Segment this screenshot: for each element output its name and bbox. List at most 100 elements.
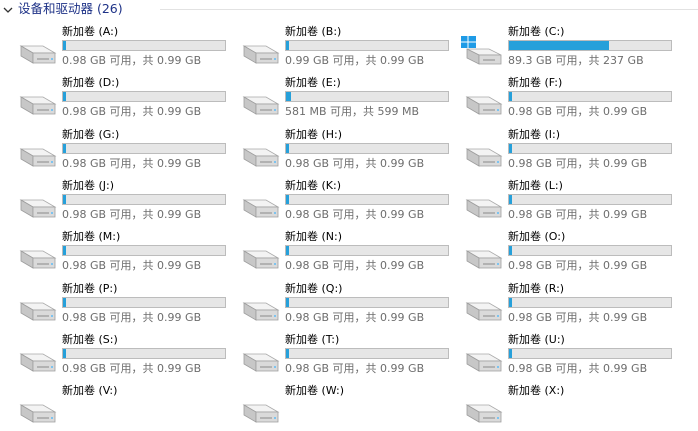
- drive-icon: [238, 36, 280, 66]
- drive-tile[interactable]: 新加卷 (L:) 0.98 GB 可用，共 0.99 GB: [446, 174, 672, 226]
- drive-name: 新加卷 (K:): [285, 179, 341, 192]
- usage-bar-fill: [63, 92, 67, 101]
- usage-bar-fill: [286, 246, 290, 255]
- drive-icon: [461, 241, 503, 271]
- free-space-text: 0.98 GB 可用，共 0.99 GB: [62, 105, 202, 118]
- usage-bar: [62, 297, 226, 308]
- section-header[interactable]: 设备和驱动器 (26): [0, 0, 698, 20]
- drive-tile[interactable]: 新加卷 (K:) 0.98 GB 可用，共 0.99 GB: [223, 174, 449, 226]
- usage-bar-fill: [286, 195, 290, 204]
- drive-name: 新加卷 (U:): [508, 333, 565, 346]
- free-space-text: 0.98 GB 可用，共 0.99 GB: [62, 259, 202, 272]
- free-space-text: 0.98 GB 可用，共 0.99 GB: [508, 105, 648, 118]
- usage-bar: [285, 348, 449, 359]
- drive-name: 新加卷 (Q:): [285, 282, 343, 295]
- free-space-text: 0.98 GB 可用，共 0.99 GB: [285, 157, 425, 170]
- drive-tile[interactable]: 新加卷 (P:) 0.98 GB 可用，共 0.99 GB: [0, 277, 226, 329]
- drive-icon: [15, 139, 57, 169]
- free-space-text: 0.98 GB 可用，共 0.99 GB: [62, 208, 202, 221]
- drive-tile[interactable]: 新加卷 (X:): [446, 379, 669, 431]
- free-space-text: 0.98 GB 可用，共 0.99 GB: [508, 157, 648, 170]
- chevron-down-icon[interactable]: [1, 3, 15, 17]
- usage-bar-fill: [509, 41, 610, 50]
- usage-bar: [285, 245, 449, 256]
- drive-icon: [15, 293, 57, 323]
- drive-tile[interactable]: 新加卷 (H:) 0.98 GB 可用，共 0.99 GB: [223, 123, 449, 175]
- drive-name: 新加卷 (D:): [62, 76, 120, 89]
- drive-tile[interactable]: 新加卷 (D:) 0.98 GB 可用，共 0.99 GB: [0, 71, 226, 123]
- drive-name: 新加卷 (V:): [62, 384, 118, 397]
- usage-bar-fill: [63, 349, 67, 358]
- drive-icon: [15, 241, 57, 271]
- drive-icon: [461, 87, 503, 117]
- usage-bar-fill: [509, 144, 513, 153]
- drive-tile[interactable]: 新加卷 (J:) 0.98 GB 可用，共 0.99 GB: [0, 174, 226, 226]
- free-space-text: 0.98 GB 可用，共 0.99 GB: [508, 362, 648, 375]
- usage-bar: [508, 143, 672, 154]
- drive-tile[interactable]: 新加卷 (A:) 0.98 GB 可用，共 0.99 GB: [0, 20, 226, 72]
- usage-bar-fill: [509, 92, 513, 101]
- drive-name: 新加卷 (X:): [508, 384, 565, 397]
- drive-name: 新加卷 (I:): [508, 128, 561, 141]
- drive-tile[interactable]: 新加卷 (E:) 581 MB 可用，共 599 MB: [223, 71, 449, 123]
- drive-name: 新加卷 (L:): [508, 179, 563, 192]
- drive-name: 新加卷 (J:): [62, 179, 115, 192]
- free-space-text: 0.99 GB 可用，共 0.99 GB: [285, 54, 425, 67]
- usage-bar: [62, 143, 226, 154]
- drive-icon: [15, 36, 57, 66]
- drive-name: 新加卷 (C:): [508, 25, 565, 38]
- drive-tile[interactable]: 新加卷 (C:) 89.3 GB 可用，共 237 GB: [446, 20, 672, 72]
- drive-icon: [238, 190, 280, 220]
- usage-bar: [508, 91, 672, 102]
- drive-name: 新加卷 (M:): [62, 230, 121, 243]
- free-space-text: 0.98 GB 可用，共 0.99 GB: [62, 54, 202, 67]
- drive-tile[interactable]: 新加卷 (N:) 0.98 GB 可用，共 0.99 GB: [223, 225, 449, 277]
- drive-tile[interactable]: 新加卷 (T:) 0.98 GB 可用，共 0.99 GB: [223, 328, 449, 380]
- drive-icon: [238, 87, 280, 117]
- free-space-text: 89.3 GB 可用，共 237 GB: [508, 54, 644, 67]
- usage-bar-fill: [63, 246, 67, 255]
- drive-name: 新加卷 (A:): [62, 25, 119, 38]
- section-title: 设备和驱动器 (26): [18, 1, 123, 16]
- drive-tile[interactable]: 新加卷 (B:) 0.99 GB 可用，共 0.99 GB: [223, 20, 449, 72]
- usage-bar: [508, 245, 672, 256]
- drive-tile[interactable]: 新加卷 (V:): [0, 379, 223, 431]
- usage-bar: [508, 297, 672, 308]
- drive-tile[interactable]: 新加卷 (W:): [223, 379, 446, 431]
- drive-name: 新加卷 (H:): [285, 128, 343, 141]
- drive-tile[interactable]: 新加卷 (M:) 0.98 GB 可用，共 0.99 GB: [0, 225, 226, 277]
- drive-tile[interactable]: 新加卷 (Q:) 0.98 GB 可用，共 0.99 GB: [223, 277, 449, 329]
- usage-bar: [508, 194, 672, 205]
- usage-bar-fill: [286, 92, 291, 101]
- drive-icon: [238, 139, 280, 169]
- drive-tile[interactable]: 新加卷 (O:) 0.98 GB 可用，共 0.99 GB: [446, 225, 672, 277]
- section-divider: [160, 9, 698, 10]
- drive-name: 新加卷 (S:): [62, 333, 118, 346]
- usage-bar: [285, 91, 449, 102]
- usage-bar-fill: [286, 41, 290, 50]
- free-space-text: 581 MB 可用，共 599 MB: [285, 105, 420, 118]
- drive-tile[interactable]: 新加卷 (S:) 0.98 GB 可用，共 0.99 GB: [0, 328, 226, 380]
- usage-bar-fill: [63, 144, 67, 153]
- drive-name: 新加卷 (G:): [62, 128, 120, 141]
- drive-tile[interactable]: 新加卷 (U:) 0.98 GB 可用，共 0.99 GB: [446, 328, 672, 380]
- usage-bar: [508, 40, 672, 51]
- drive-tile[interactable]: 新加卷 (I:) 0.98 GB 可用，共 0.99 GB: [446, 123, 672, 175]
- usage-bar-fill: [286, 298, 290, 307]
- drive-icon: [461, 190, 503, 220]
- usage-bar: [62, 245, 226, 256]
- drive-icon: [15, 190, 57, 220]
- drive-tile[interactable]: 新加卷 (R:) 0.98 GB 可用，共 0.99 GB: [446, 277, 672, 329]
- drive-icon: [238, 293, 280, 323]
- usage-bar: [62, 40, 226, 51]
- usage-bar: [285, 143, 449, 154]
- drive-icon: [461, 139, 503, 169]
- free-space-text: 0.98 GB 可用，共 0.99 GB: [62, 311, 202, 324]
- drive-tile[interactable]: 新加卷 (G:) 0.98 GB 可用，共 0.99 GB: [0, 123, 226, 175]
- drive-grid: 新加卷 (A:) 0.98 GB 可用，共 0.99 GB 新加卷 (B:) 0.9…: [0, 20, 698, 423]
- drive-name: 新加卷 (N:): [285, 230, 343, 243]
- drive-tile[interactable]: 新加卷 (F:) 0.98 GB 可用，共 0.99 GB: [446, 71, 672, 123]
- usage-bar: [285, 194, 449, 205]
- drive-name: 新加卷 (B:): [285, 25, 342, 38]
- usage-bar: [62, 348, 226, 359]
